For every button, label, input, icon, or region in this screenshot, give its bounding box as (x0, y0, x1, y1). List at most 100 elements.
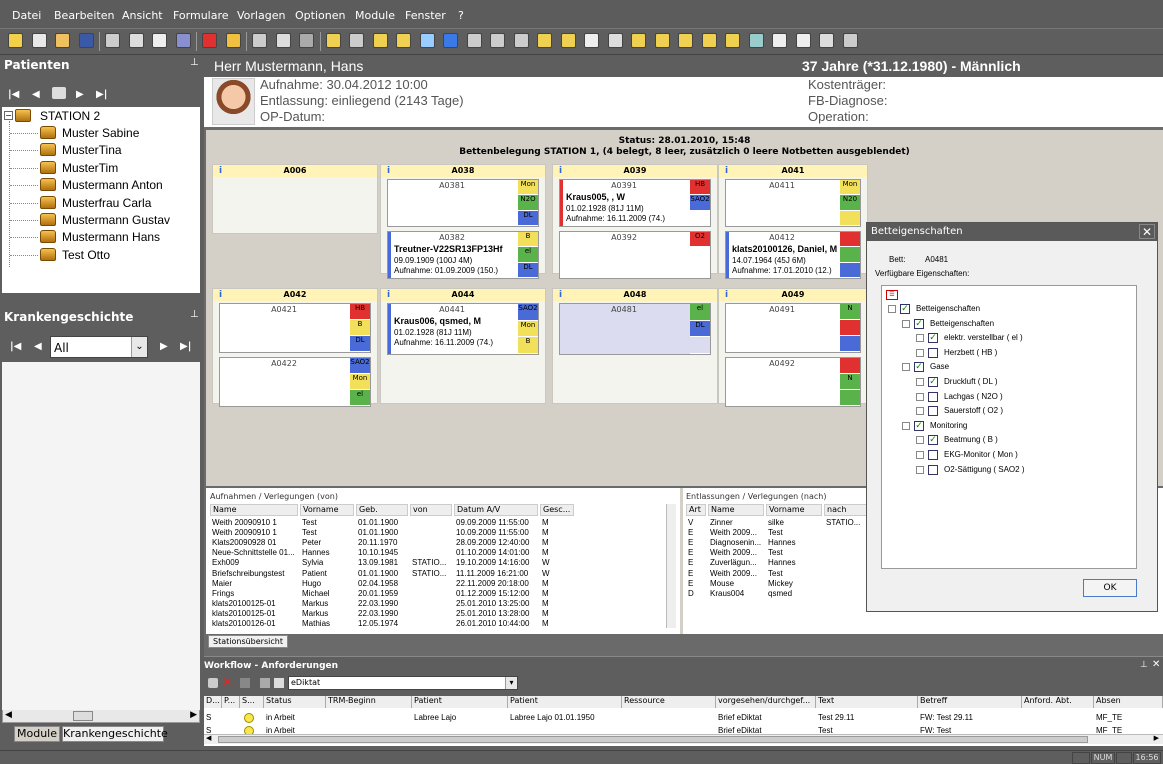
admissions-cell[interactable]: Mathias (302, 619, 356, 628)
refresh-icon[interactable] (52, 87, 66, 99)
patient-tree-item[interactable]: Mustermann Hans (62, 230, 160, 244)
bed[interactable]: A0392 O2 (559, 231, 711, 279)
workflow-cell[interactable]: in Arbeit (266, 713, 328, 722)
workflow-column-header[interactable]: Ressource (622, 696, 716, 708)
prev-record-icon[interactable]: ◀ (32, 89, 40, 100)
admissions-scrollbar[interactable] (666, 504, 676, 628)
toolbar-icon-35[interactable] (842, 33, 858, 48)
patient-tree-item[interactable]: Musterfrau Carla (62, 196, 151, 210)
discharges-cell[interactable]: Hannes (768, 558, 824, 567)
menu-item-5[interactable]: Optionen (295, 9, 345, 22)
info-icon[interactable]: i (559, 165, 562, 177)
admissions-cell[interactable]: klats20100125-01 (212, 599, 300, 608)
toolbar-icon-32[interactable] (772, 33, 787, 48)
discharges-cell[interactable]: Diagnosenin... (710, 538, 766, 547)
discharges-cell[interactable]: E (688, 528, 708, 537)
discharges-cell[interactable]: E (688, 548, 708, 557)
property-icon[interactable] (916, 451, 924, 459)
patient-tree-item[interactable]: Mustermann Gustav (62, 213, 170, 227)
toolbar-icon-6[interactable] (152, 33, 167, 48)
patient-tree-item[interactable]: Muster Sabine (62, 126, 139, 140)
property-checkbox[interactable] (928, 450, 938, 460)
admissions-column-header[interactable]: Datum A/V (454, 504, 538, 516)
discharges-cell[interactable]: E (688, 569, 708, 578)
toolbar-icon-18[interactable] (443, 33, 458, 48)
workflow-cell[interactable]: MF_TE (1096, 713, 1163, 722)
toolbar-icon-34[interactable] (819, 33, 834, 48)
admissions-cell[interactable]: Michael (302, 589, 356, 598)
property-checkbox[interactable] (928, 406, 938, 417)
admissions-cell[interactable]: Klats20090928 01 (212, 538, 300, 547)
admissions-cell[interactable]: 01.01.1900 (358, 518, 410, 527)
admissions-cell[interactable]: 01.10.2009 14:01:00 (456, 548, 540, 557)
property-icon[interactable] (916, 465, 924, 474)
admissions-cell[interactable]: 20.11.1970 (358, 538, 410, 547)
admissions-cell[interactable]: 11.11.2009 16:21:00 (456, 569, 540, 578)
property-icon[interactable] (916, 407, 924, 416)
patient-tree-item[interactable]: Mustermann Anton (62, 178, 163, 192)
admissions-cell[interactable]: M (542, 589, 576, 598)
info-icon[interactable]: i (219, 165, 222, 177)
pin-icon[interactable]: ⊥ (190, 57, 199, 68)
info-icon[interactable]: i (725, 165, 728, 177)
admissions-cell[interactable]: 01.12.2009 15:12:00 (456, 589, 540, 598)
admissions-cell[interactable]: 13.09.1981 (358, 558, 410, 567)
property-icon[interactable] (916, 348, 924, 357)
admissions-cell[interactable]: M (542, 538, 576, 547)
admissions-cell[interactable]: klats20100125-01 (212, 609, 300, 618)
tab-module[interactable]: Module (14, 726, 60, 742)
toolbar-icon-27[interactable] (654, 33, 670, 48)
history-filter-select[interactable]: All ⌄ (50, 336, 148, 358)
admissions-cell[interactable]: Hannes (302, 548, 356, 557)
admissions-cell[interactable]: 28.09.2009 12:40:00 (456, 538, 540, 547)
bed-patient-name[interactable]: Treutner-V22SR13FP13Hf (394, 244, 503, 254)
expand-icon[interactable] (902, 363, 910, 372)
info-icon[interactable]: i (725, 289, 728, 301)
toolbar-icon-13[interactable] (325, 33, 341, 48)
admissions-column-header[interactable]: Vorname (300, 504, 354, 516)
toolbar-icon-24[interactable] (584, 33, 599, 48)
discharges-cell[interactable]: Test (768, 548, 824, 557)
property-icon[interactable] (916, 436, 924, 445)
property-group-label[interactable]: Betteigenschaften (930, 319, 994, 328)
admissions-cell[interactable]: Test (302, 528, 356, 537)
room-card[interactable]: A044 i A0441 SAO2 Mon B Kraus006, qsmed, M 01.0… (380, 288, 546, 404)
discharges-cell[interactable]: E (688, 538, 708, 547)
workflow-cell[interactable]: S (206, 713, 224, 722)
info-icon[interactable]: i (219, 289, 222, 301)
discharges-cell[interactable]: Test (768, 569, 824, 578)
toolbar-icon-8[interactable] (202, 33, 217, 48)
bed-patient-name[interactable]: klats20100126, Daniel, M (732, 244, 837, 254)
property-label[interactable]: Druckluft ( DL ) (944, 377, 998, 386)
filter-icon[interactable] (260, 678, 270, 688)
admissions-cell[interactable]: 22.03.1990 (358, 609, 410, 618)
admissions-cell[interactable]: Test (302, 518, 356, 527)
toolbar-icon-5[interactable] (128, 33, 144, 48)
property-checkbox[interactable]: ✓ (928, 377, 938, 387)
admissions-cell[interactable]: Sylvia (302, 558, 356, 567)
discharges-cell[interactable]: Weith 2009... (710, 528, 766, 537)
admissions-column-header[interactable]: Gesc... (540, 504, 574, 516)
workflow-column-header[interactable]: Patient (412, 696, 508, 708)
menu-item-8[interactable]: ? (458, 9, 464, 22)
admissions-cell[interactable]: 20.01.1959 (358, 589, 410, 598)
patient-tree-item[interactable]: MusterTim (62, 161, 118, 175)
workflow-h-scrollbar[interactable]: ◀ ▶ (204, 734, 1163, 744)
property-checkbox[interactable] (928, 391, 938, 402)
workflow-column-header[interactable]: P... (222, 696, 240, 708)
admissions-cell[interactable]: Exh009 (212, 558, 300, 567)
print-icon[interactable] (208, 678, 218, 688)
admissions-cell[interactable]: W (542, 569, 576, 578)
admissions-column-header[interactable]: von (410, 504, 452, 516)
room-card[interactable]: A039 i A0391 HB SAO2 Kraus005, , W 01.02.1928 … (552, 164, 718, 279)
pin-icon[interactable]: ⊥ (1140, 660, 1148, 670)
property-group-label[interactable]: Monitoring (930, 421, 967, 430)
admissions-cell[interactable]: 26.01.2010 10:44:00 (456, 619, 540, 628)
toolbar-icon-20[interactable] (490, 33, 505, 48)
admissions-cell[interactable]: Weith 20090910 1 (212, 518, 300, 527)
property-checkbox[interactable]: ✓ (928, 435, 938, 446)
property-checkbox[interactable]: ✓ (914, 420, 924, 431)
discharges-cell[interactable]: Weith 2009... (710, 548, 766, 557)
workflow-column-header[interactable]: Absen (1094, 696, 1163, 708)
admissions-cell[interactable]: 25.01.2010 13:25:00 (456, 599, 540, 608)
